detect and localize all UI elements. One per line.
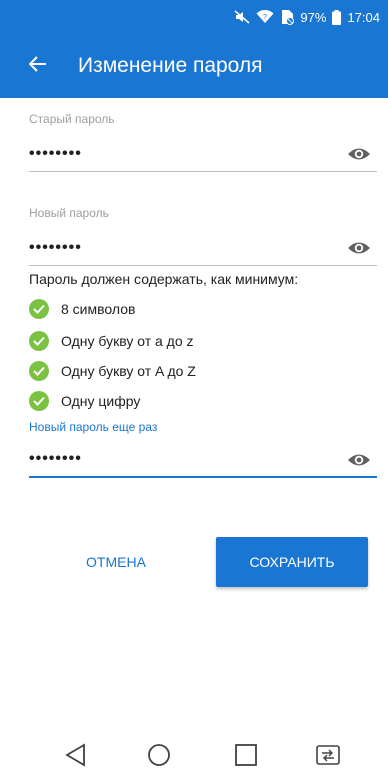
eye-icon[interactable]: [347, 144, 371, 164]
svg-text:?: ?: [263, 14, 267, 21]
new-password-value: ••••••••: [29, 238, 82, 256]
old-password-field: Старый пароль ••••••••: [29, 112, 377, 172]
back-triangle-icon[interactable]: [62, 742, 88, 768]
battery-percent: 97%: [300, 9, 327, 25]
switch-apps-icon[interactable]: [315, 742, 341, 768]
confirm-password-input[interactable]: ••••••••: [29, 442, 377, 478]
requirement-item: Одну цифру: [29, 391, 140, 411]
app-bar: Изменение пароля: [0, 34, 388, 98]
requirement-item: Одну букву от A до Z: [29, 361, 196, 381]
requirement-label: Одну букву от A до Z: [61, 363, 196, 379]
wifi-icon: ?: [256, 10, 274, 24]
eye-icon[interactable]: [347, 238, 371, 258]
arrow-left-icon: [28, 55, 47, 77]
requirement-item: Одну букву от a до z: [29, 331, 194, 351]
requirements-title: Пароль должен содержать, как минимум:: [29, 271, 299, 287]
requirement-label: Одну цифру: [61, 393, 141, 409]
battery-icon: [332, 9, 342, 25]
check-circle-icon: [29, 391, 49, 411]
requirement-item: 8 символов: [29, 299, 135, 319]
status-time: 17:04: [347, 9, 380, 25]
check-circle-icon: [29, 361, 49, 381]
old-password-input[interactable]: ••••••••: [29, 136, 377, 172]
back-button[interactable]: [10, 34, 66, 98]
status-bar: ? 97% 17:04: [0, 0, 388, 34]
confirm-password-field: Новый пароль еще раз ••••••••: [29, 420, 377, 478]
old-password-label: Старый пароль: [29, 112, 115, 126]
home-circle-icon[interactable]: [146, 742, 172, 768]
mute-icon: [234, 10, 250, 24]
cancel-button[interactable]: ОТМЕНА: [56, 538, 176, 586]
old-password-value: ••••••••: [29, 144, 82, 162]
eye-icon[interactable]: [347, 450, 371, 470]
new-password-field: Новый пароль ••••••••: [29, 206, 377, 266]
confirm-password-label: Новый пароль еще раз: [29, 420, 158, 434]
system-nav-bar: [0, 730, 388, 783]
page-title: Изменение пароля: [78, 54, 263, 77]
confirm-password-value: ••••••••: [29, 450, 82, 467]
no-sim-icon: [280, 9, 295, 25]
requirement-label: Одну букву от a до z: [61, 333, 194, 349]
requirement-label: 8 символов: [61, 301, 136, 317]
new-password-label: Новый пароль: [29, 206, 109, 220]
check-circle-icon: [29, 331, 49, 351]
recents-square-icon[interactable]: [233, 742, 259, 768]
check-circle-icon: [29, 299, 49, 319]
new-password-input[interactable]: ••••••••: [29, 230, 377, 266]
save-button[interactable]: СОХРАНИТЬ: [216, 537, 368, 587]
